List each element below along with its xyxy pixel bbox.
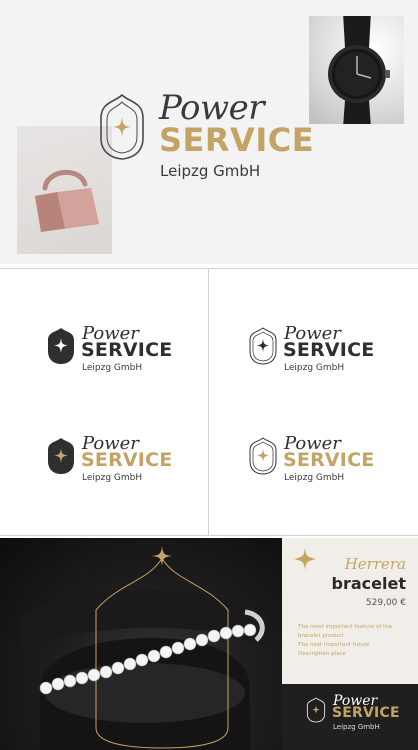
bracelet-section: Herrera bracelet 529,00 € The most impor… <box>0 538 418 750</box>
brand-subtitle-text: Leipzg GmbH <box>82 363 143 373</box>
product-card: Herrera bracelet 529,00 € The most impor… <box>282 538 418 684</box>
logo-mark-solid-icon <box>48 328 74 364</box>
brand-subtitle-text: Leipzg GmbH <box>284 473 345 483</box>
brand-service-text: SERVICE <box>283 339 375 361</box>
footer-logo: Power SERVICE Leipzg GmbH <box>306 693 418 746</box>
brand-subtitle-text: Leipzg GmbH <box>333 723 380 731</box>
brand-service-text: SERVICE <box>81 449 173 471</box>
logo-mark-icon <box>100 93 144 160</box>
logo-variant-gold-outline: Power SERVICE Leipzg GmbH <box>248 433 388 487</box>
product-description-line: Description place <box>298 651 346 657</box>
logo-mark-outline-icon <box>249 327 277 365</box>
product-description-line: The next important future <box>298 642 370 648</box>
product-description: The most important feature of the bracel… <box>298 623 410 659</box>
brand-service-text: SERVICE <box>332 705 400 721</box>
four-point-star-icon <box>294 548 316 570</box>
bracelet-photo <box>0 538 282 750</box>
brand-subtitle-text: Leipzg GmbH <box>284 363 345 373</box>
bracelet-illustration <box>20 546 265 750</box>
product-name-italic: Herrera <box>344 555 406 573</box>
logo-variant-dark-outline: Power SERVICE Leipzg GmbH <box>248 323 388 377</box>
product-price: 529,00 € <box>365 598 406 608</box>
logo-variant-gold-solid: Power SERVICE Leipzg GmbH <box>46 433 186 487</box>
brand-subtitle-text: Leipzg GmbH <box>160 162 261 180</box>
brand-service-text: SERVICE <box>81 339 173 361</box>
product-name-bold: bracelet <box>331 574 406 593</box>
logo-variants-grid: Power SERVICE Leipzg GmbH Power SERVICE … <box>0 268 418 536</box>
product-description-line: The most important feature of the <box>298 624 393 630</box>
brand-service-text: SERVICE <box>159 121 315 159</box>
grid-divider <box>208 269 209 535</box>
logo-mark-outline-icon <box>306 697 326 723</box>
logo-variant-dark-solid: Power SERVICE Leipzg GmbH <box>46 323 186 377</box>
product-description-line: bracelet product <box>298 633 344 639</box>
brand-footer: Power SERVICE Leipzg GmbH <box>282 684 418 750</box>
hero-logo: Power SERVICE Leipzg GmbH <box>97 88 337 192</box>
brand-service-text: SERVICE <box>283 449 375 471</box>
logo-mark-solid-gold-icon <box>48 438 74 474</box>
hero-section: Power SERVICE Leipzg GmbH <box>0 0 418 264</box>
brand-subtitle-text: Leipzg GmbH <box>82 473 143 483</box>
logo-mark-outline-gold-icon <box>249 437 277 475</box>
